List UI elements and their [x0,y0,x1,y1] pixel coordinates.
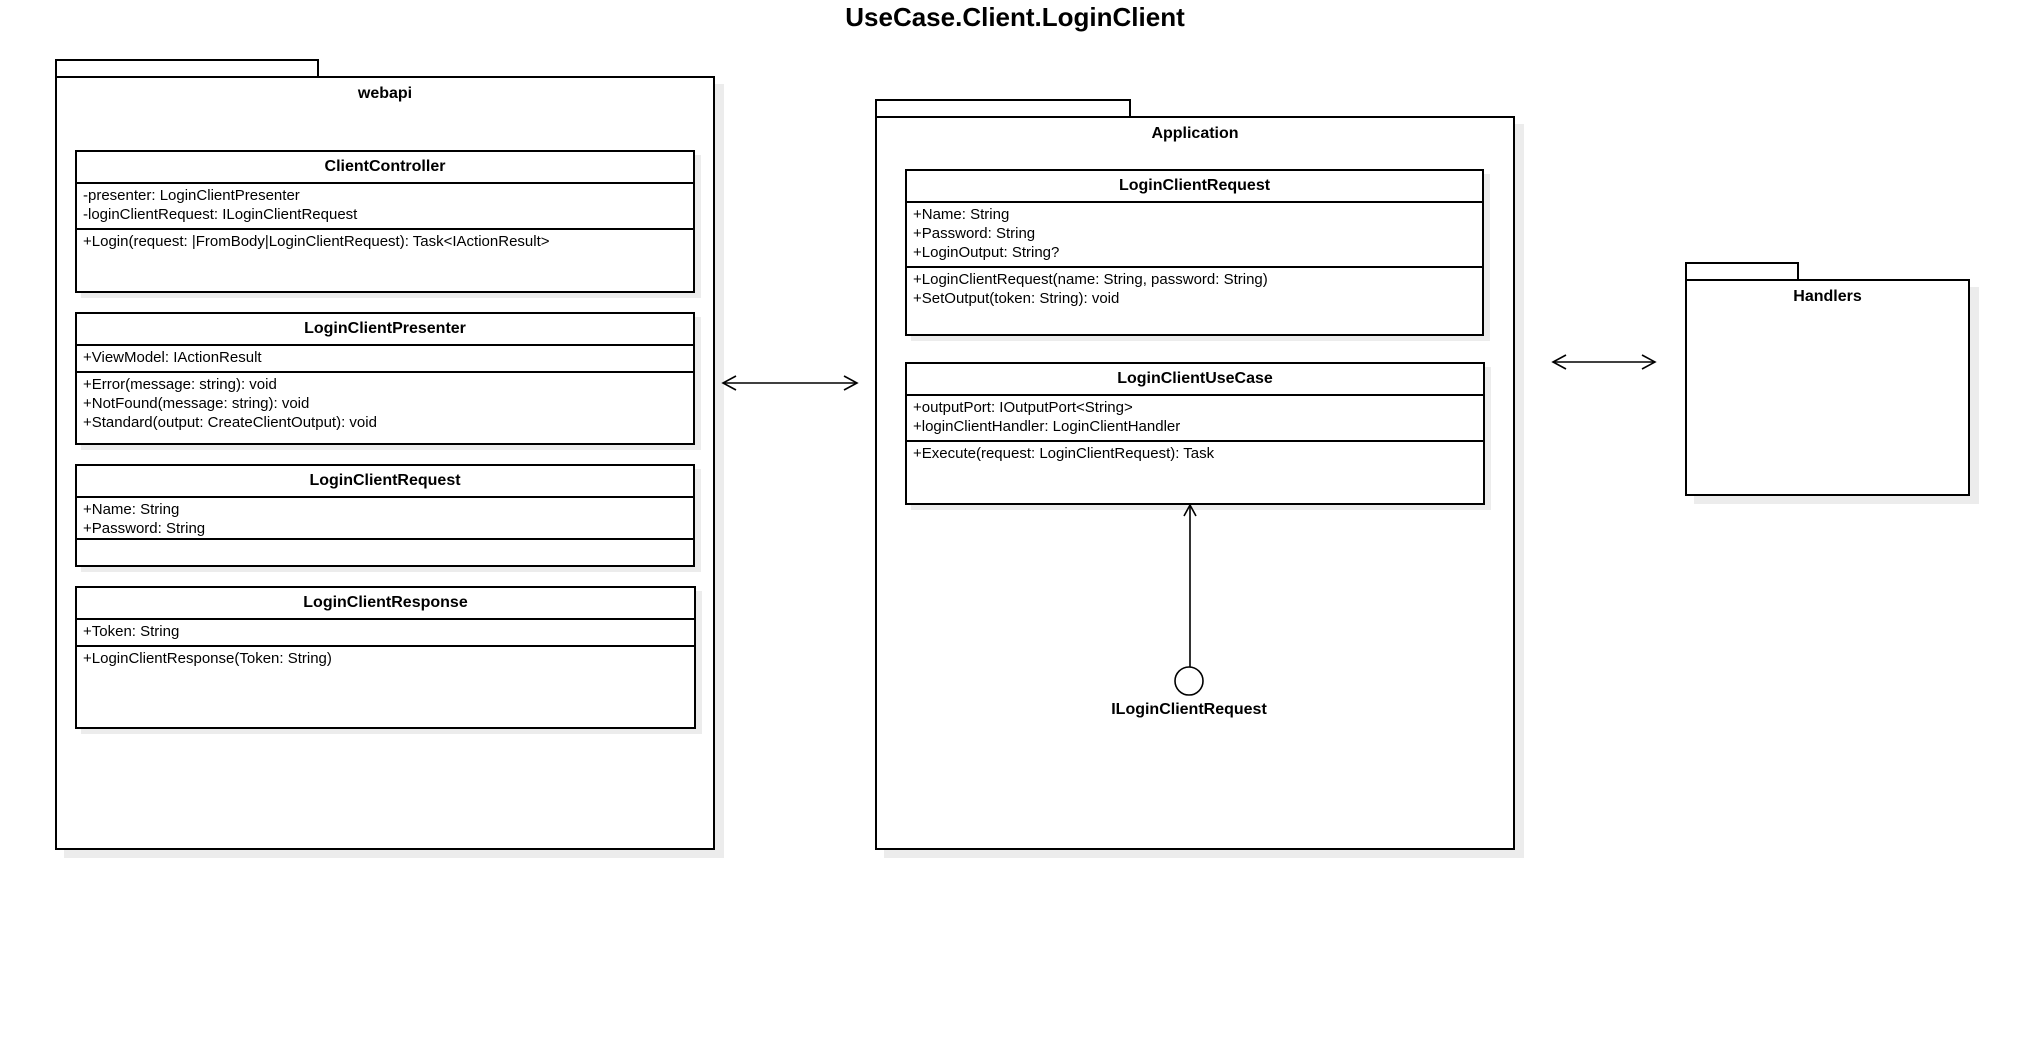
attribute: -loginClientRequest: ILoginClientRequest [83,206,358,223]
class-name: LoginClientRequest [907,171,1482,203]
attribute: +Name: String [913,206,1010,223]
class-operations: +Error(message: string): void +NotFound(… [77,373,693,443]
class-login-client-request-webapi[interactable]: LoginClientRequest +Name: String +Passwo… [75,464,695,567]
class-operations: +LoginClientResponse(Token: String) [77,647,694,727]
class-operations: +Login(request: |FromBody|LoginClientReq… [77,230,693,291]
class-operations: +LoginClientRequest(name: String, passwo… [907,268,1482,334]
diagram-title: UseCase.Client.LoginClient [845,2,1185,32]
class-name: ClientController [77,152,693,184]
operation: +LoginClientRequest(name: String, passwo… [913,271,1268,288]
class-login-client-request-application[interactable]: LoginClientRequest +Name: String +Passwo… [905,169,1484,336]
package-name-application: Application [1151,125,1239,142]
class-name: LoginClientRequest [77,466,693,498]
attribute: +Name: String [83,501,180,518]
interface-label: ILoginClientRequest [1111,701,1267,718]
operation: +Error(message: string): void [83,376,277,393]
class-client-controller[interactable]: ClientController -presenter: LoginClient… [75,150,695,293]
package-name-webapi: webapi [357,85,413,102]
attribute: +Password: String [83,520,206,537]
class-operations: +Execute(request: LoginClientRequest): T… [907,442,1483,503]
arrow-application-handlers[interactable] [1551,354,1657,370]
attribute: +LoginOutput: String? [913,244,1060,261]
class-attributes: +Token: String [77,620,694,647]
class-attributes: +outputPort: IOutputPort<String> +loginC… [907,396,1483,442]
operation: +SetOutput(token: String): void [913,290,1120,307]
operation: +Login(request: |FromBody|LoginClientReq… [83,233,550,250]
class-name: LoginClientPresenter [77,314,693,346]
attribute: +Password: String [913,225,1036,242]
class-login-client-use-case[interactable]: LoginClientUseCase +outputPort: IOutputP… [905,362,1485,505]
class-attributes: +Name: String +Password: String [77,498,693,540]
operation: +Standard(output: CreateClientOutput): v… [83,414,377,431]
attribute: -presenter: LoginClientPresenter [83,187,300,204]
package-handlers[interactable]: Handlers [1685,279,1970,496]
attribute: +outputPort: IOutputPort<String> [913,399,1133,416]
package-name-handlers: Handlers [1793,288,1862,305]
attribute: +loginClientHandler: LoginClientHandler [913,418,1181,435]
class-attributes: +ViewModel: IActionResult [77,346,693,373]
class-operations [77,540,693,565]
class-name: LoginClientUseCase [907,364,1483,396]
class-attributes: +Name: String +Password: String +LoginOu… [907,203,1482,268]
attribute: +ViewModel: IActionResult [83,349,262,366]
class-attributes: -presenter: LoginClientPresenter -loginC… [77,184,693,230]
attribute: +Token: String [83,623,180,640]
class-login-client-response[interactable]: LoginClientResponse +Token: String +Logi… [75,586,696,729]
class-login-client-presenter[interactable]: LoginClientPresenter +ViewModel: IAction… [75,312,695,445]
operation: +NotFound(message: string): void [83,395,310,412]
operation: +Execute(request: LoginClientRequest): T… [913,445,1215,462]
arrow-webapi-application[interactable] [721,375,859,391]
class-name: LoginClientResponse [77,588,694,620]
operation: +LoginClientResponse(Token: String) [83,650,332,667]
